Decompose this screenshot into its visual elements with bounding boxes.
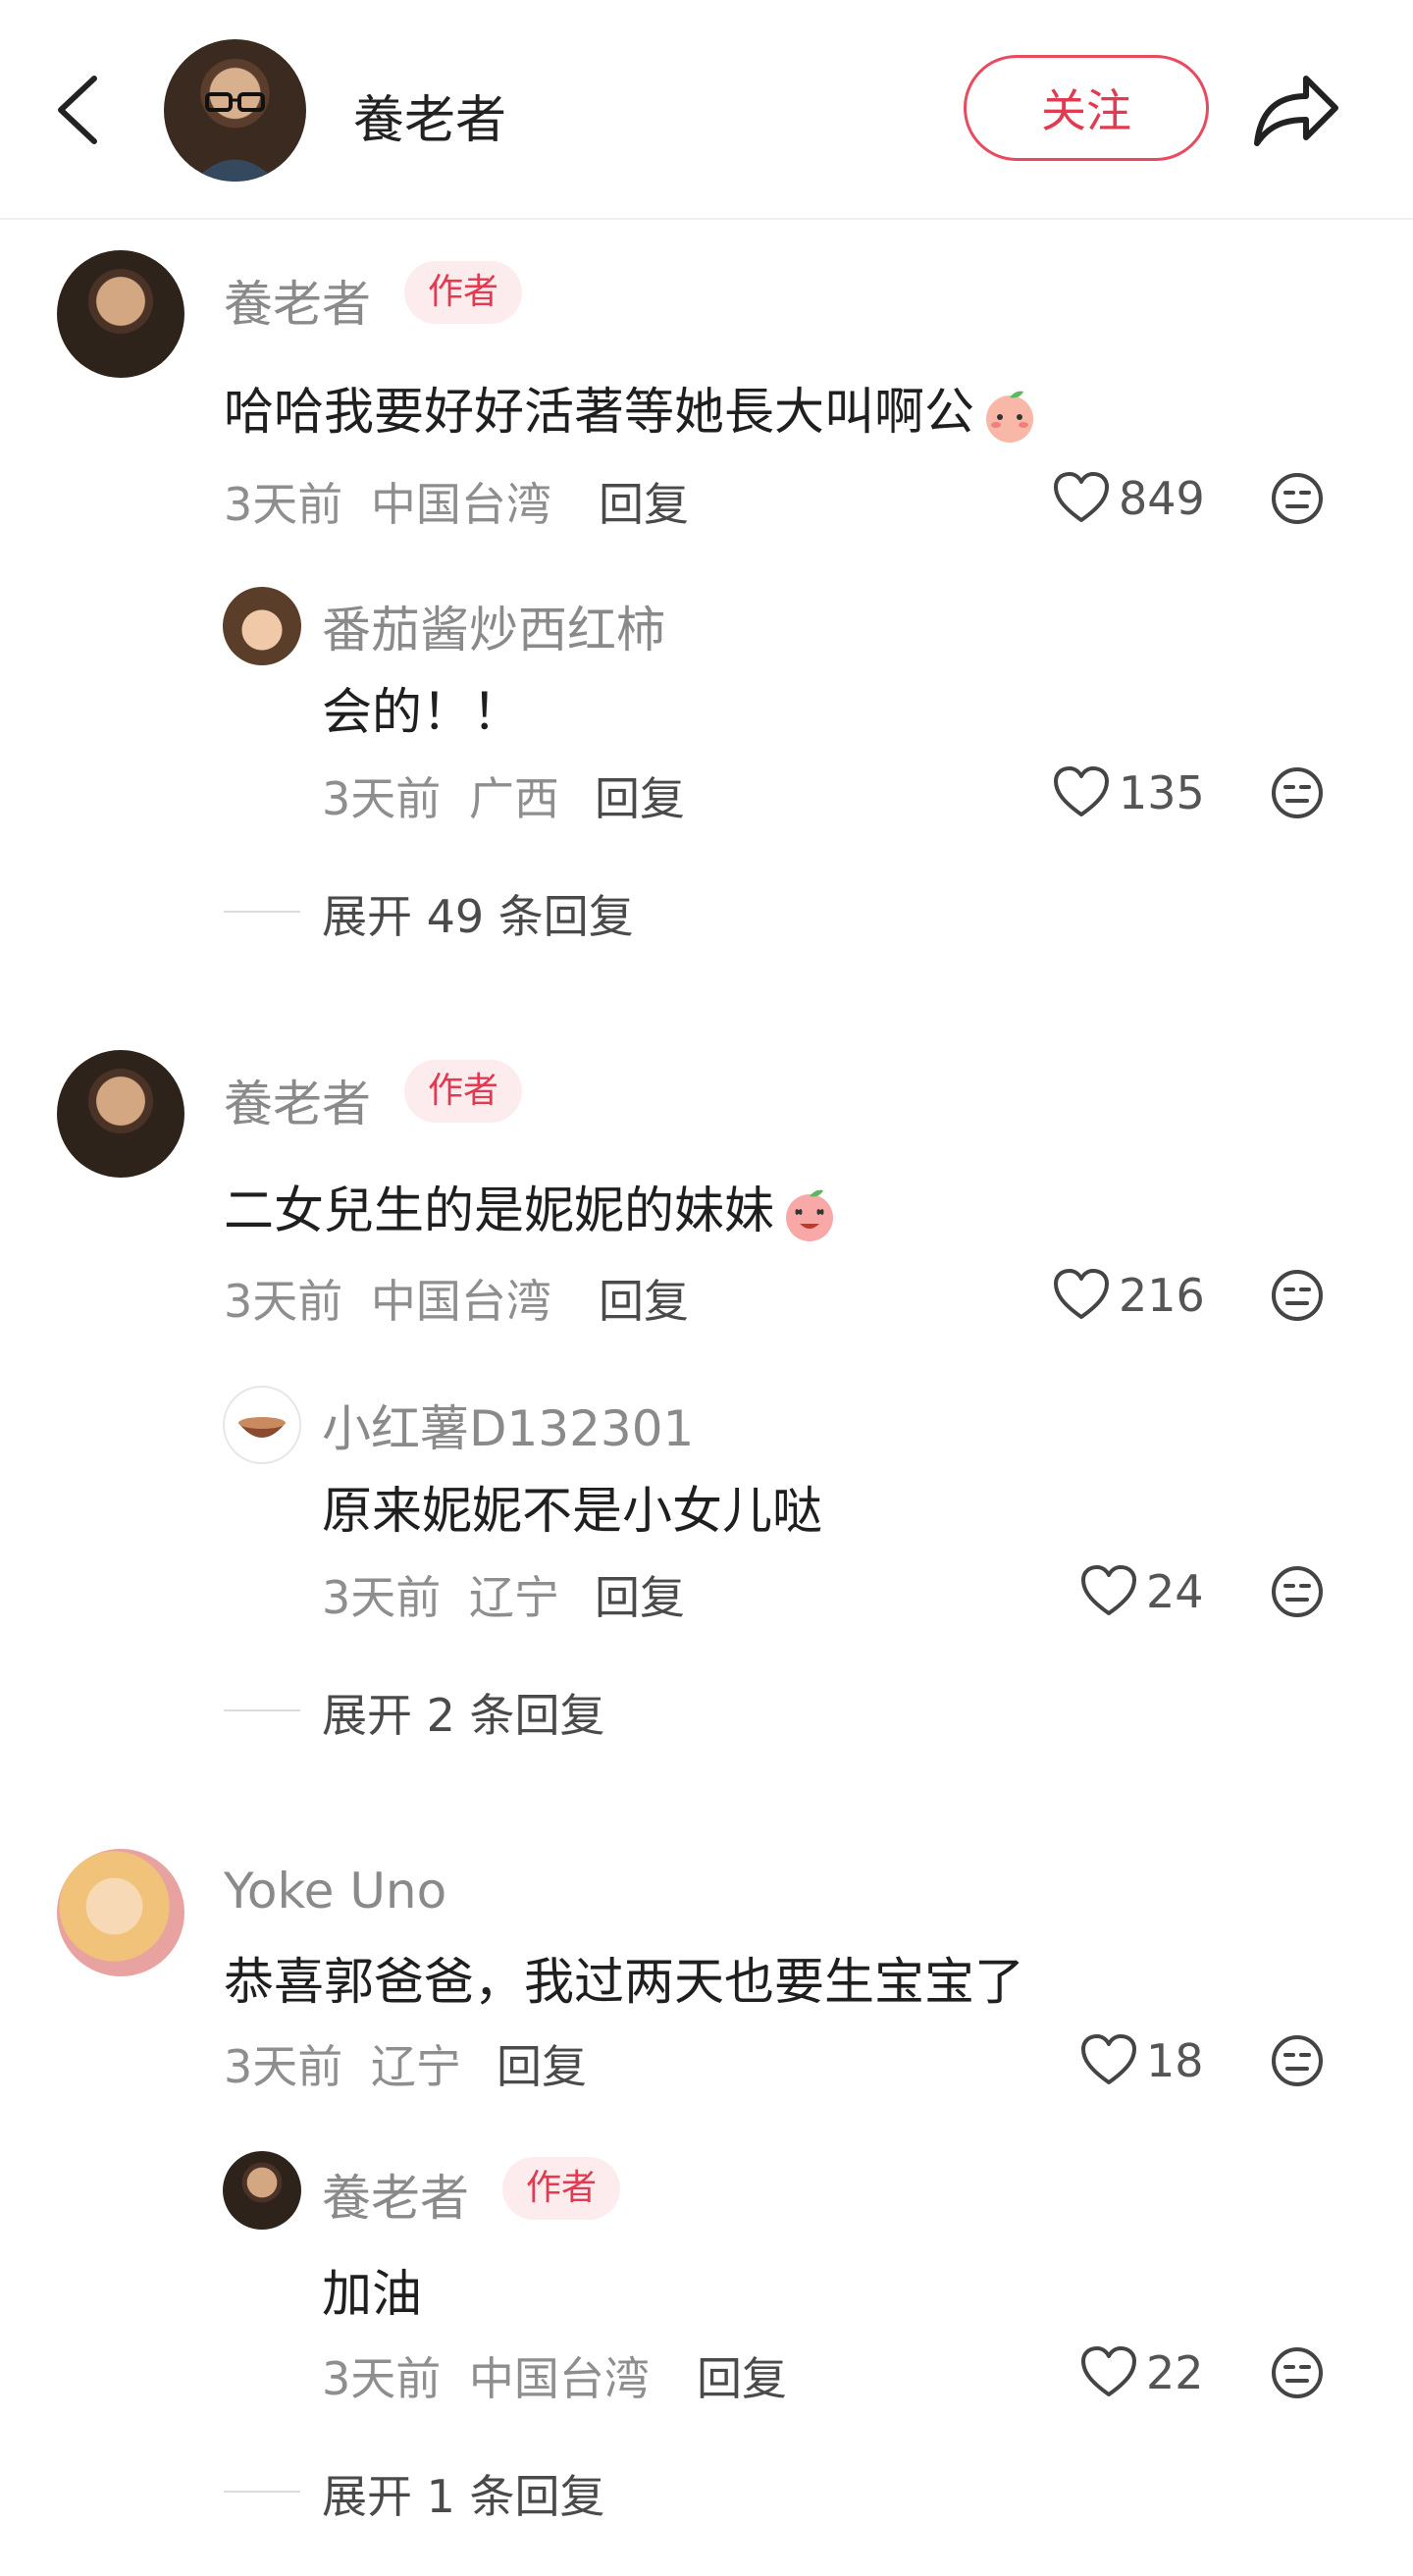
- avatar[interactable]: [57, 1849, 184, 1976]
- author-avatar[interactable]: [164, 39, 306, 182]
- avatar[interactable]: [223, 1386, 301, 1464]
- dislike-face-icon[interactable]: [1270, 765, 1325, 820]
- divider: [224, 1709, 300, 1711]
- heart-icon: [1081, 2346, 1136, 2396]
- location: 中国台湾: [370, 478, 551, 531]
- heart-icon: [1054, 472, 1109, 522]
- avatar[interactable]: [57, 250, 184, 378]
- reply-button[interactable]: 回复: [497, 2031, 587, 2096]
- reply-meta: 3天前 辽宁: [322, 1562, 559, 1627]
- heart-icon: [1081, 2034, 1136, 2084]
- divider: [224, 911, 300, 913]
- comment-author[interactable]: 養老者: [224, 265, 371, 336]
- expand-replies[interactable]: 展开 49 条回复: [322, 881, 634, 946]
- author-badge: 作者: [502, 2157, 621, 2220]
- heart-icon: [1054, 1269, 1109, 1319]
- avatar[interactable]: [57, 1050, 184, 1178]
- like-button[interactable]: 22: [1079, 2343, 1204, 2402]
- reply-button[interactable]: 回复: [599, 469, 689, 534]
- avatar[interactable]: [223, 587, 301, 665]
- reply-meta: 3天前 广西: [322, 763, 559, 828]
- header-title: 養老者: [353, 91, 507, 150]
- location: 中国台湾: [468, 2352, 650, 2405]
- location: 中国台湾: [370, 1275, 551, 1328]
- comment-text: 恭喜郭爸爸，我过两天也要生宝宝了: [224, 1954, 1025, 2012]
- reply-text: 会的！！: [322, 684, 523, 742]
- dislike-face-icon[interactable]: [1270, 471, 1325, 526]
- reply-button[interactable]: 回复: [595, 1562, 685, 1627]
- reply-author[interactable]: 番茄酱炒西红柿: [322, 591, 665, 661]
- reply-button[interactable]: 回复: [595, 763, 685, 828]
- share-arrow-icon[interactable]: [1251, 69, 1341, 151]
- comment-meta: 3天前 辽宁: [224, 2031, 461, 2096]
- comment-text: 二女兒生的是妮妮的妹妹: [224, 1170, 839, 1243]
- timestamp: 3天前: [224, 1275, 343, 1328]
- heart-icon: [1054, 766, 1109, 816]
- reply-meta: 3天前 中国台湾: [322, 2343, 650, 2408]
- reply-text: 加油: [322, 2266, 423, 2324]
- bowl-icon: [238, 1417, 286, 1438]
- comment-text-content: 二女兒生的是妮妮的妹妹: [224, 1183, 775, 1240]
- heart-icon: [1081, 1565, 1136, 1615]
- comment-text-content: 哈哈我要好好活著等她長大叫啊公: [224, 384, 975, 442]
- like-button[interactable]: 18: [1079, 2031, 1204, 2090]
- glasses-face-icon: [193, 92, 277, 182]
- timestamp: 3天前: [322, 2352, 442, 2405]
- peach-blush-emoji: [986, 391, 1034, 443]
- reply-button[interactable]: 回复: [599, 1266, 689, 1331]
- timestamp: 3天前: [224, 478, 343, 531]
- timestamp: 3天前: [224, 2040, 343, 2093]
- like-button[interactable]: 216: [1052, 1266, 1205, 1325]
- location: 辽宁: [468, 1571, 559, 1624]
- reply-text: 原来妮妮不是小女儿哒: [322, 1483, 823, 1541]
- like-count: 18: [1146, 2034, 1204, 2087]
- reply-author[interactable]: 養老者: [322, 2159, 469, 2230]
- like-count: 22: [1146, 2346, 1204, 2399]
- reply-author[interactable]: 小红薯D132301: [322, 1390, 694, 1460]
- comment-text: 哈哈我要好好活著等她長大叫啊公: [224, 371, 1039, 445]
- divider: [224, 2491, 300, 2493]
- like-count: 216: [1119, 1269, 1205, 1322]
- comment-author[interactable]: 養老者: [224, 1065, 371, 1135]
- like-count: 24: [1146, 1565, 1204, 1618]
- like-count: 135: [1119, 766, 1205, 819]
- author-badge: 作者: [404, 261, 523, 324]
- dislike-face-icon[interactable]: [1270, 2345, 1325, 2400]
- like-count: 849: [1119, 472, 1205, 525]
- timestamp: 3天前: [322, 1571, 442, 1624]
- expand-replies[interactable]: 展开 1 条回复: [322, 2461, 605, 2526]
- location: 广西: [468, 772, 559, 825]
- timestamp: 3天前: [322, 772, 442, 825]
- follow-button[interactable]: 关注: [964, 55, 1209, 161]
- dislike-face-icon[interactable]: [1270, 1268, 1325, 1323]
- author-badge: 作者: [404, 1060, 523, 1123]
- like-button[interactable]: 135: [1052, 763, 1205, 822]
- peach-laugh-emoji: [786, 1189, 834, 1241]
- reply-button[interactable]: 回复: [697, 2343, 787, 2408]
- comment-author[interactable]: Yoke Uno: [224, 1863, 446, 1919]
- dislike-face-icon[interactable]: [1270, 1564, 1325, 1619]
- top-bar: 養老者 关注: [0, 0, 1413, 220]
- like-button[interactable]: 849: [1052, 469, 1205, 528]
- like-button[interactable]: 24: [1079, 1562, 1204, 1621]
- avatar[interactable]: [223, 2151, 301, 2230]
- comment-meta: 3天前 中国台湾: [224, 1266, 551, 1331]
- expand-replies[interactable]: 展开 2 条回复: [322, 1680, 605, 1745]
- comment-meta: 3天前 中国台湾: [224, 469, 551, 534]
- chevron-left-icon[interactable]: [49, 71, 108, 149]
- location: 辽宁: [370, 2040, 461, 2093]
- dislike-face-icon[interactable]: [1270, 2033, 1325, 2088]
